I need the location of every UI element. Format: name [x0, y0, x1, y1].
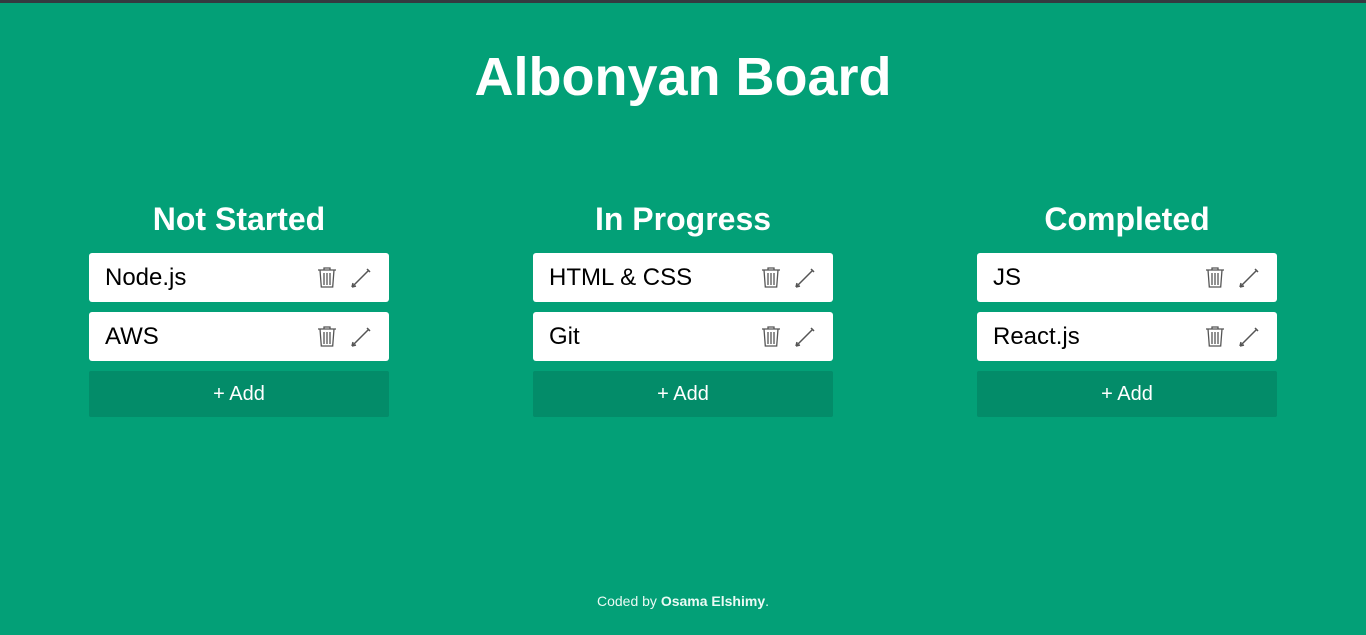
- trash-icon[interactable]: [315, 325, 338, 349]
- column-not-started: Not Started Node.js AWS + Add: [89, 199, 389, 417]
- pencil-icon[interactable]: [793, 266, 816, 290]
- task-card[interactable]: React.js: [977, 312, 1277, 361]
- task-card[interactable]: AWS: [89, 312, 389, 361]
- column-completed: Completed JS React.js + Add: [977, 199, 1277, 417]
- pencil-icon[interactable]: [1237, 325, 1260, 349]
- footer-prefix: Coded by: [597, 593, 661, 609]
- add-card-button[interactable]: + Add: [977, 371, 1277, 417]
- pencil-icon[interactable]: [793, 325, 816, 349]
- pencil-icon[interactable]: [349, 266, 372, 290]
- column-title: Completed: [1044, 201, 1210, 237]
- task-label: HTML & CSS: [549, 264, 693, 291]
- task-card[interactable]: JS: [977, 253, 1277, 302]
- trash-icon[interactable]: [1203, 266, 1226, 290]
- column-in-progress: In Progress HTML & CSS Git + Add: [533, 199, 833, 417]
- card-actions: [1203, 266, 1260, 290]
- page-title: Albonyan Board: [474, 47, 892, 107]
- trash-icon[interactable]: [1203, 325, 1226, 349]
- task-card[interactable]: Git: [533, 312, 833, 361]
- column-title: Not Started: [152, 201, 326, 237]
- task-label: AWS: [105, 323, 159, 350]
- task-label: Node.js: [105, 264, 187, 291]
- card-actions: [759, 325, 816, 349]
- footer: Coded by Osama Elshimy.: [0, 591, 1366, 611]
- pencil-icon[interactable]: [349, 325, 372, 349]
- trash-icon[interactable]: [759, 266, 782, 290]
- card-actions: [315, 325, 372, 349]
- task-card[interactable]: HTML & CSS: [533, 253, 833, 302]
- pencil-icon[interactable]: [1237, 266, 1260, 290]
- trash-icon[interactable]: [315, 266, 338, 290]
- task-label: React.js: [993, 323, 1080, 350]
- trash-icon[interactable]: [759, 325, 782, 349]
- footer-author-link[interactable]: Osama Elshimy: [661, 593, 765, 609]
- task-card[interactable]: Node.js: [89, 253, 389, 302]
- top-border: [0, 0, 1366, 3]
- card-actions: [759, 266, 816, 290]
- footer-suffix: .: [765, 593, 769, 609]
- add-card-button[interactable]: + Add: [533, 371, 833, 417]
- card-actions: [315, 266, 372, 290]
- card-actions: [1203, 325, 1260, 349]
- add-card-button[interactable]: + Add: [89, 371, 389, 417]
- task-label: JS: [993, 264, 1022, 291]
- task-label: Git: [549, 323, 580, 350]
- column-title: In Progress: [594, 201, 772, 237]
